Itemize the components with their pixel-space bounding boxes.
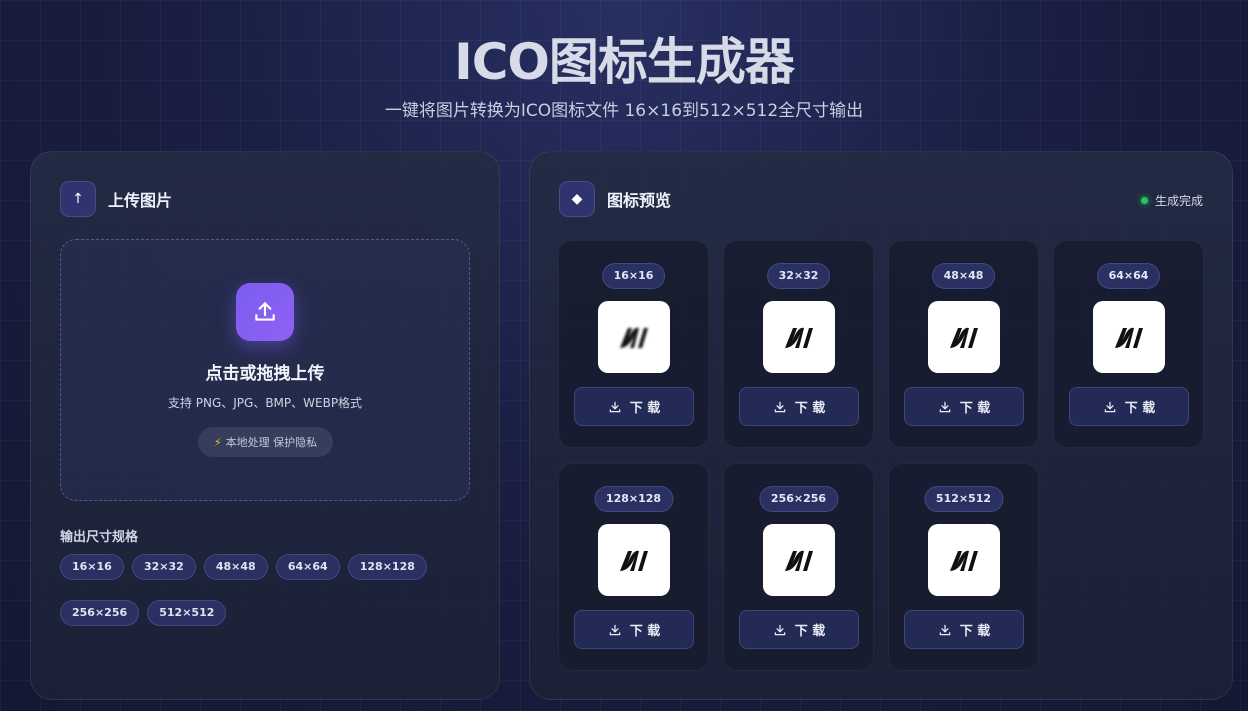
upload-panel-header: ↑ 上传图片 [60,181,172,217]
icon-card: 256×256 下 载 [723,463,874,671]
size-chip: 64×64 [275,554,340,580]
output-sizes-label: 输出尺寸规格 [60,530,139,545]
download-icon [609,401,621,412]
upload-icon [255,302,275,321]
icon-size-label: 16×16 [601,263,666,289]
download-button[interactable]: 下 载 [739,610,859,649]
download-label: 下 载 [1124,401,1156,416]
upload-panel-title: 上传图片 [108,191,173,210]
download-label: 下 载 [959,624,991,639]
size-chip: 16×16 [60,554,124,580]
icon-thumbnail [763,301,835,373]
icon-size-label: 48×48 [931,263,996,289]
logo-icon [785,327,813,348]
icon-thumbnail [928,301,1000,373]
download-icon [1104,401,1116,412]
download-icon [774,624,786,635]
download-button[interactable]: 下 载 [904,610,1024,649]
output-sizes-list: 16×16 32×32 48×48 64×64 128×128 256×256 … [60,554,460,646]
download-button[interactable]: 下 载 [1069,387,1189,426]
upload-arrow-icon: ↑ [60,181,96,217]
size-chip: 256×256 [60,600,140,626]
status-badge: 生成完成 [1140,192,1203,209]
download-button[interactable]: 下 载 [574,610,694,649]
icon-size-label: 256×256 [758,486,839,512]
logo-icon [620,550,648,571]
upload-button[interactable] [236,283,294,341]
icon-card: 128×128 下 载 [558,463,709,671]
upload-dropzone[interactable]: 点击或拖拽上传 支持 PNG、JPG、BMP、WEBP格式 ⚡ 本地处理 保护隐… [60,239,470,501]
download-label: 下 载 [629,401,661,416]
icon-card: 64×64 下 载 [1053,240,1204,448]
download-button[interactable]: 下 载 [574,387,694,426]
download-button[interactable]: 下 载 [739,387,859,426]
diamond-icon: ◆ [559,181,595,217]
lightning-icon: ⚡ [213,435,222,449]
icon-card: 48×48 下 载 [888,240,1039,448]
preview-panel-header: ◆ 图标预览 [559,181,671,217]
icon-thumbnail [598,524,670,596]
dropzone-title: 点击或拖拽上传 [205,364,325,384]
icon-card: 512×512 下 载 [888,463,1039,671]
size-chip: 512×512 [147,600,227,626]
icon-size-label: 32×32 [766,263,831,289]
download-label: 下 载 [794,624,826,639]
download-icon [774,401,786,412]
icon-size-label: 64×64 [1096,263,1161,289]
logo-icon [785,550,813,571]
icon-card: 16×16 下 载 [558,240,709,448]
status-dot-icon [1140,197,1148,204]
logo-icon [950,327,978,348]
icon-thumbnail [763,524,835,596]
download-icon [939,401,951,412]
icon-size-label: 512×512 [923,486,1004,512]
icon-size-label: 128×128 [593,486,674,512]
download-icon [939,624,951,635]
logo-icon [950,550,978,571]
size-chip: 32×32 [131,554,196,580]
page-subtitle: 一键将图片转换为ICO图标文件 16×16到512×512全尺寸输出 [384,101,864,121]
icon-thumbnail [598,301,670,373]
download-label: 下 载 [794,401,826,416]
size-chip: 128×128 [347,554,427,580]
logo-icon [620,327,648,348]
preview-panel-title: 图标预览 [607,191,672,210]
icon-thumbnail [928,524,1000,596]
download-label: 下 载 [629,624,661,639]
download-icon [609,624,621,635]
privacy-badge-label: 本地处理 保护隐私 [225,436,318,449]
preview-panel: ◆ 图标预览 生成完成 16×16 下 载 32×32 下 载 48×48 下 … [529,151,1233,700]
icon-card: 32×32 下 载 [723,240,874,448]
icon-thumbnail [1093,301,1165,373]
dropzone-formats: 支持 PNG、JPG、BMP、WEBP格式 [167,396,363,410]
status-label: 生成完成 [1154,194,1203,208]
size-chip: 48×48 [203,554,268,580]
upload-panel: ↑ 上传图片 点击或拖拽上传 支持 PNG、JPG、BMP、WEBP格式 ⚡ 本… [30,151,500,700]
logo-icon [1115,327,1143,348]
privacy-badge: ⚡ 本地处理 保护隐私 [198,427,333,457]
page-title: ICO图标生成器 [454,33,795,91]
download-button[interactable]: 下 载 [904,387,1024,426]
download-label: 下 载 [959,401,991,416]
